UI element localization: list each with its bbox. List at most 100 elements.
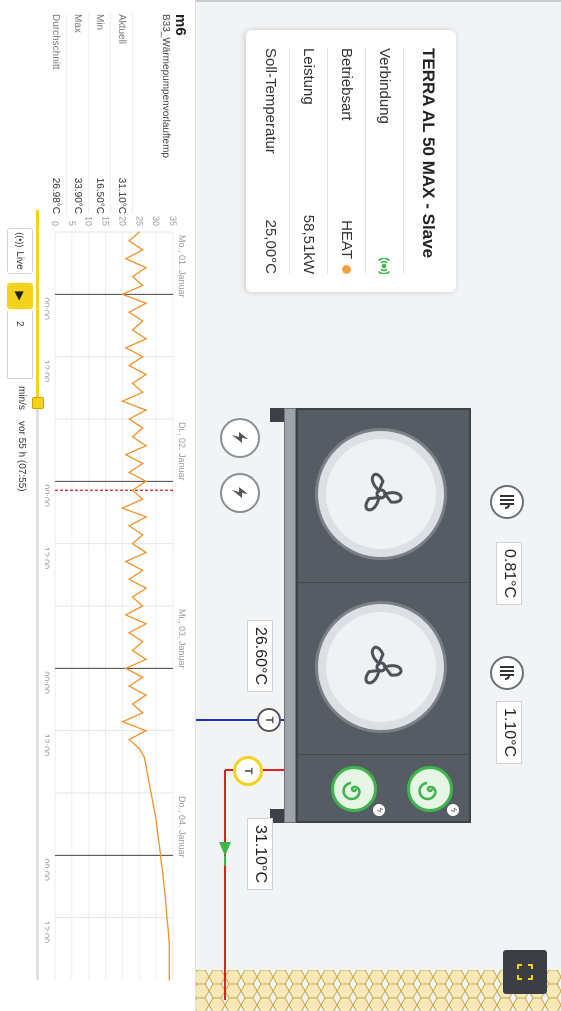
heat-pump-unit[interactable]: ϟ ϟ [296, 408, 471, 823]
series-point [128, 685, 130, 687]
series-point [168, 970, 170, 972]
fan-icon [326, 439, 436, 549]
data-panel: m6 B33_Wärmepumpenvorlauftemp Aktuell 31.… [0, 0, 196, 1011]
series-point [168, 934, 170, 937]
series-point [158, 845, 161, 848]
stat-row: Aktuell 31.10°C [111, 14, 133, 214]
pipe-manifold [284, 408, 296, 823]
y-tick-label: 30 [151, 216, 161, 226]
return-temp-label: 26.60°C [247, 620, 273, 692]
series-point [145, 302, 147, 304]
series-point [145, 516, 147, 518]
air-sensor-icon[interactable] [490, 656, 524, 690]
series-point [131, 275, 134, 278]
series-point [152, 801, 154, 803]
expand-icon[interactable] [503, 950, 547, 994]
series-point [159, 854, 162, 856]
flow-direction-arrow [219, 842, 231, 856]
series-point [145, 658, 147, 661]
time-offset: vor 55 h (07:55) [16, 421, 27, 492]
compressor-module: ϟ ϟ [298, 754, 469, 823]
fan-icon [326, 612, 436, 722]
temperature-chart[interactable]: 0 5 10 15 20 25 30 35 Mo., 01. Januar 00:00 12:00 D… [45, 190, 195, 990]
flow-temp-label: 31.10°C [247, 818, 273, 890]
series-point [145, 765, 147, 767]
series-point [165, 908, 167, 910]
series-point [142, 676, 144, 678]
info-label: Verbindung [376, 48, 393, 124]
play-icon[interactable]: ▶ [7, 283, 33, 309]
series-point [142, 498, 144, 500]
series-point [145, 267, 147, 269]
status-dot: ϟ [373, 804, 385, 816]
x-tick-label: 00:00 [45, 858, 51, 881]
x-tick-label: 12:00 [45, 921, 51, 944]
series-point [121, 400, 124, 402]
series-point [138, 747, 140, 750]
series-point [131, 329, 134, 331]
series-point [128, 578, 130, 580]
series-point [168, 952, 170, 954]
mode-status-dot [342, 265, 351, 274]
air-temp-right: 1.10°C [496, 701, 522, 765]
y-tick-label: 0 [50, 221, 60, 226]
return-temp-sensor-icon[interactable]: T [257, 708, 281, 732]
fan-ring [315, 601, 447, 733]
y-tick-label: 20 [117, 216, 127, 226]
playback-controls: ((•)) Live ▶ min/s vor 55 h (07:55) [0, 0, 45, 1011]
y-tick-label: 10 [84, 216, 94, 226]
x-day-label: Mo., 01. Januar [177, 235, 187, 298]
stat-row: Max 33.90°C [67, 14, 89, 214]
series-point [128, 471, 130, 474]
series-point [121, 507, 124, 509]
series-point [142, 569, 144, 571]
series-point [125, 560, 127, 563]
series-point [125, 614, 127, 616]
series-point [142, 356, 144, 358]
series-point [142, 712, 144, 714]
series-point [121, 721, 124, 723]
series-point [131, 489, 134, 491]
series-point [142, 534, 144, 536]
time-slider[interactable] [32, 210, 44, 980]
x-tick-label: 00:00 [45, 297, 51, 320]
x-day-label: Mi., 03. Januar [177, 609, 187, 669]
flow-temp-sensor-icon[interactable]: T [233, 756, 263, 786]
schematic-panel: ϟ ϟ 0.81°C 1.10°C T 26.60°C T 31.10°C TE… [196, 0, 561, 1011]
x-day-label: Di., 02. Januar [177, 422, 187, 481]
speed-input[interactable] [7, 311, 33, 379]
series-point [147, 774, 149, 776]
live-button[interactable]: ((•)) Live [7, 228, 33, 274]
series-point [142, 284, 144, 287]
series-point [128, 525, 130, 527]
info-label: Betriebsart [338, 48, 355, 121]
series-point [142, 427, 144, 429]
series-point [143, 756, 145, 758]
air-sensor-icon[interactable] [490, 485, 524, 519]
live-icon: ((•)) [15, 232, 25, 248]
x-tick-label: 00:00 [45, 671, 51, 694]
fan-module-2 [298, 582, 469, 754]
y-tick-label: 25 [134, 216, 144, 226]
series-point [125, 667, 127, 669]
slider-thumb[interactable] [32, 396, 44, 409]
series-point [131, 543, 134, 545]
series-point [131, 703, 134, 705]
series-point [131, 436, 134, 438]
series-point [128, 240, 130, 242]
setpoint-value: 25,00°C [262, 219, 279, 274]
series-point [131, 596, 134, 598]
speed-unit: min/s [16, 386, 27, 410]
series-point [145, 551, 147, 554]
series-point [131, 382, 134, 384]
y-tick-label: 5 [67, 221, 77, 226]
lightning-icon[interactable] [220, 473, 260, 513]
y-tick-label: 15 [101, 216, 111, 226]
series-point [168, 961, 170, 963]
lightning-icon[interactable] [220, 418, 260, 458]
fan-ring [315, 428, 447, 560]
series-point [128, 632, 130, 634]
air-temp-left: 0.81°C [496, 542, 522, 606]
series-point [121, 293, 124, 295]
series-point [168, 943, 170, 945]
